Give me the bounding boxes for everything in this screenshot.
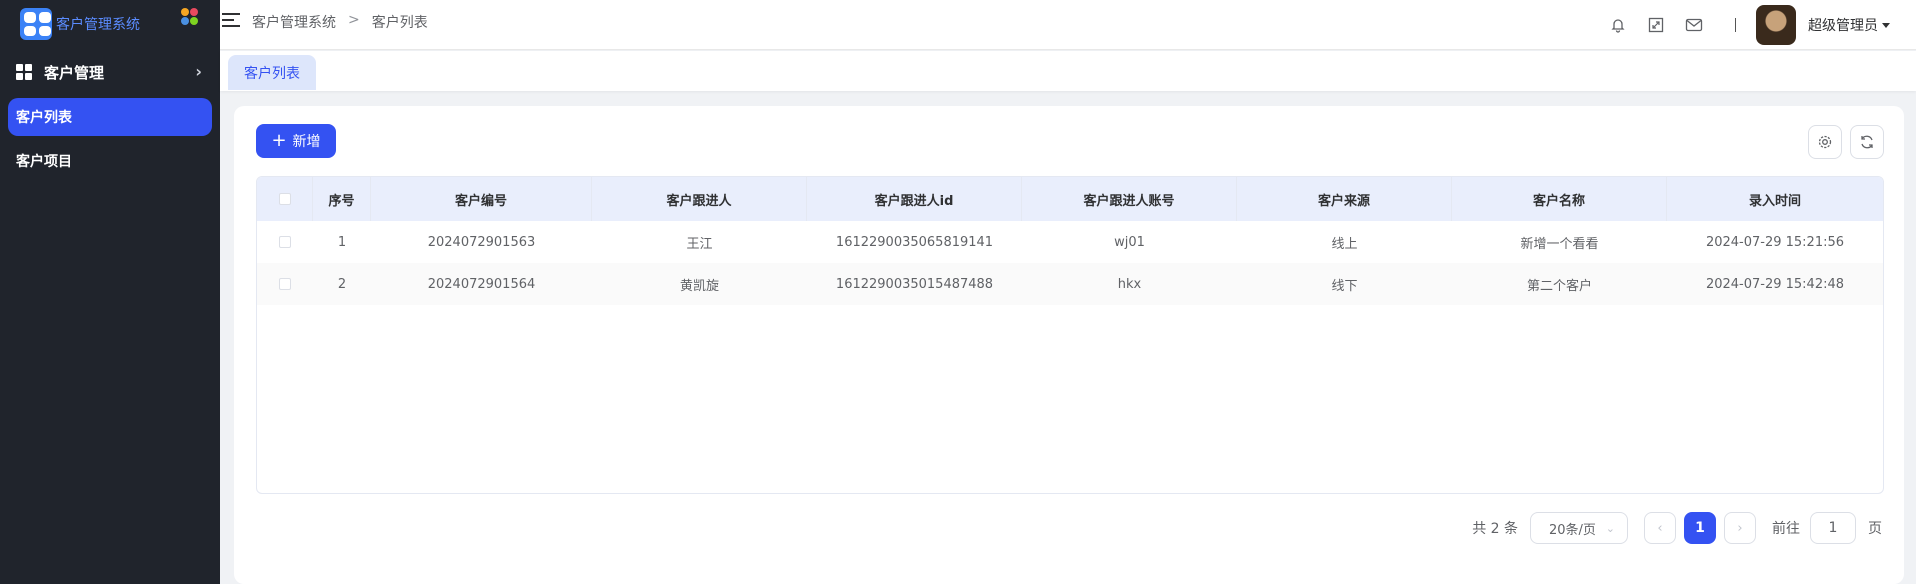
table-cell: 王江 [686,236,713,252]
caret-down-icon[interactable] [1882,22,1890,28]
menu-group-label: 客户管理 [44,63,105,82]
breadcrumb-separator: > [348,12,360,28]
table-cell: 2024072901564 [427,276,536,292]
app-title: 客户管理系统 [56,17,140,33]
row-checkbox[interactable] [279,278,291,290]
tabs-bar: 客户列表 [220,51,1916,91]
table-cell: 线下 [1331,278,1358,294]
sidebar-item-customer-list[interactable]: 客户列表 [8,98,212,136]
avatar[interactable] [1756,5,1796,45]
pagination: 共 2 条 20条/页 ⌄ ‹ 1 › 前往 1 页 [1472,512,1882,544]
select-all-checkbox[interactable] [278,193,291,205]
bell-icon[interactable] [1607,14,1629,36]
table-cell: 1612290035065819141 [835,234,994,250]
sidebar-item-customer-projects[interactable]: 客户项目 [8,142,212,180]
table-cell: 2 [337,276,347,292]
column-settings-button[interactable] [1808,125,1842,159]
table-header[interactable]: 客户跟进人 [592,177,807,221]
sidebar-item-label: 客户列表 [16,110,72,126]
table-header[interactable]: 客户编号 [371,177,592,221]
gear-icon [1818,135,1832,149]
header-divider [1735,18,1736,32]
app-logo-icon [20,8,52,40]
table-cell: hkx [1117,276,1142,292]
chevron-down-icon: ⌄ [1605,521,1615,535]
tab-customer-list[interactable]: 客户列表 [228,55,316,90]
flower-icon [181,8,199,26]
page-suffix: 页 [1868,521,1882,537]
table-cell: 2024072901563 [427,234,536,250]
select-all-cell [257,177,313,221]
table-row[interactable]: 1 2024072901563 王江 1612290035065819141 w… [257,221,1883,263]
table-cell: 1 [337,234,347,250]
pagination-total: 共 2 条 [1472,521,1518,537]
main-card: + 新增 序号 客户编号 客户跟进人 客户跟进人id 客户跟进人账号 客户来源 … [234,106,1904,584]
sidebar-item-label: 客户项目 [16,154,72,170]
customer-table: 序号 客户编号 客户跟进人 客户跟进人id 客户跟进人账号 客户来源 客户名称 … [256,176,1884,494]
page-size-value: 20条/页 [1549,522,1596,538]
row-select-cell [257,221,313,263]
table-cell: 2024-07-29 15:21:56 [1705,234,1845,250]
mail-icon[interactable] [1683,14,1705,36]
goto-label: 前往 [1772,521,1800,537]
table-cell: 2024-07-29 15:42:48 [1705,276,1845,292]
prev-page-button[interactable]: ‹ [1644,512,1676,544]
fullscreen-icon[interactable] [1645,14,1667,36]
page-size-select[interactable]: 20条/页 ⌄ [1530,512,1628,544]
next-page-button[interactable]: › [1724,512,1756,544]
top-header: 客户管理系统 > 客户列表 超级管理员 [220,0,1916,50]
table-cell: 新增一个看看 [1520,236,1599,252]
table-header[interactable]: 序号 [313,177,371,221]
refresh-button[interactable] [1850,125,1884,159]
table-header[interactable]: 客户跟进人id [807,177,1022,221]
table-header[interactable]: 客户来源 [1237,177,1452,221]
grid-icon [16,64,32,80]
table-header-row: 序号 客户编号 客户跟进人 客户跟进人id 客户跟进人账号 客户来源 客户名称 … [257,177,1883,221]
page-number-current[interactable]: 1 [1684,512,1716,544]
table-header[interactable]: 客户跟进人账号 [1022,177,1237,221]
add-button[interactable]: + 新增 [256,124,336,158]
table-row[interactable]: 2 2024072901564 黄凯旋 1612290035015487488 … [257,263,1883,305]
table-cell: wj01 [1114,234,1145,250]
chevron-right-icon: › [195,62,202,81]
breadcrumb-item-home[interactable]: 客户管理系统 [252,12,336,32]
add-button-label: 新增 [292,134,321,150]
sidebar: 客户管理系统 客户管理 › 客户列表 客户项目 [0,0,220,584]
breadcrumb-item-current: 客户列表 [371,15,428,31]
row-checkbox[interactable] [279,236,291,248]
table-header[interactable]: 客户名称 [1452,177,1667,221]
table-cell: 黄凯旋 [679,278,719,294]
table-header[interactable]: 录入时间 [1667,177,1883,221]
breadcrumb: 客户管理系统 > 客户列表 [252,12,428,32]
table-cell: 第二个客户 [1526,278,1592,294]
table-cell: 1612290035015487488 [835,276,994,292]
plus-icon: + [271,130,287,151]
row-select-cell [257,263,313,305]
menu-group-customer-management[interactable]: 客户管理 › [0,56,220,88]
refresh-icon [1861,135,1873,149]
goto-page-input[interactable]: 1 [1810,512,1856,544]
table-cell: 线上 [1331,236,1358,252]
collapse-menu-icon[interactable] [222,12,242,28]
user-name[interactable]: 超级管理员 [1808,15,1878,35]
